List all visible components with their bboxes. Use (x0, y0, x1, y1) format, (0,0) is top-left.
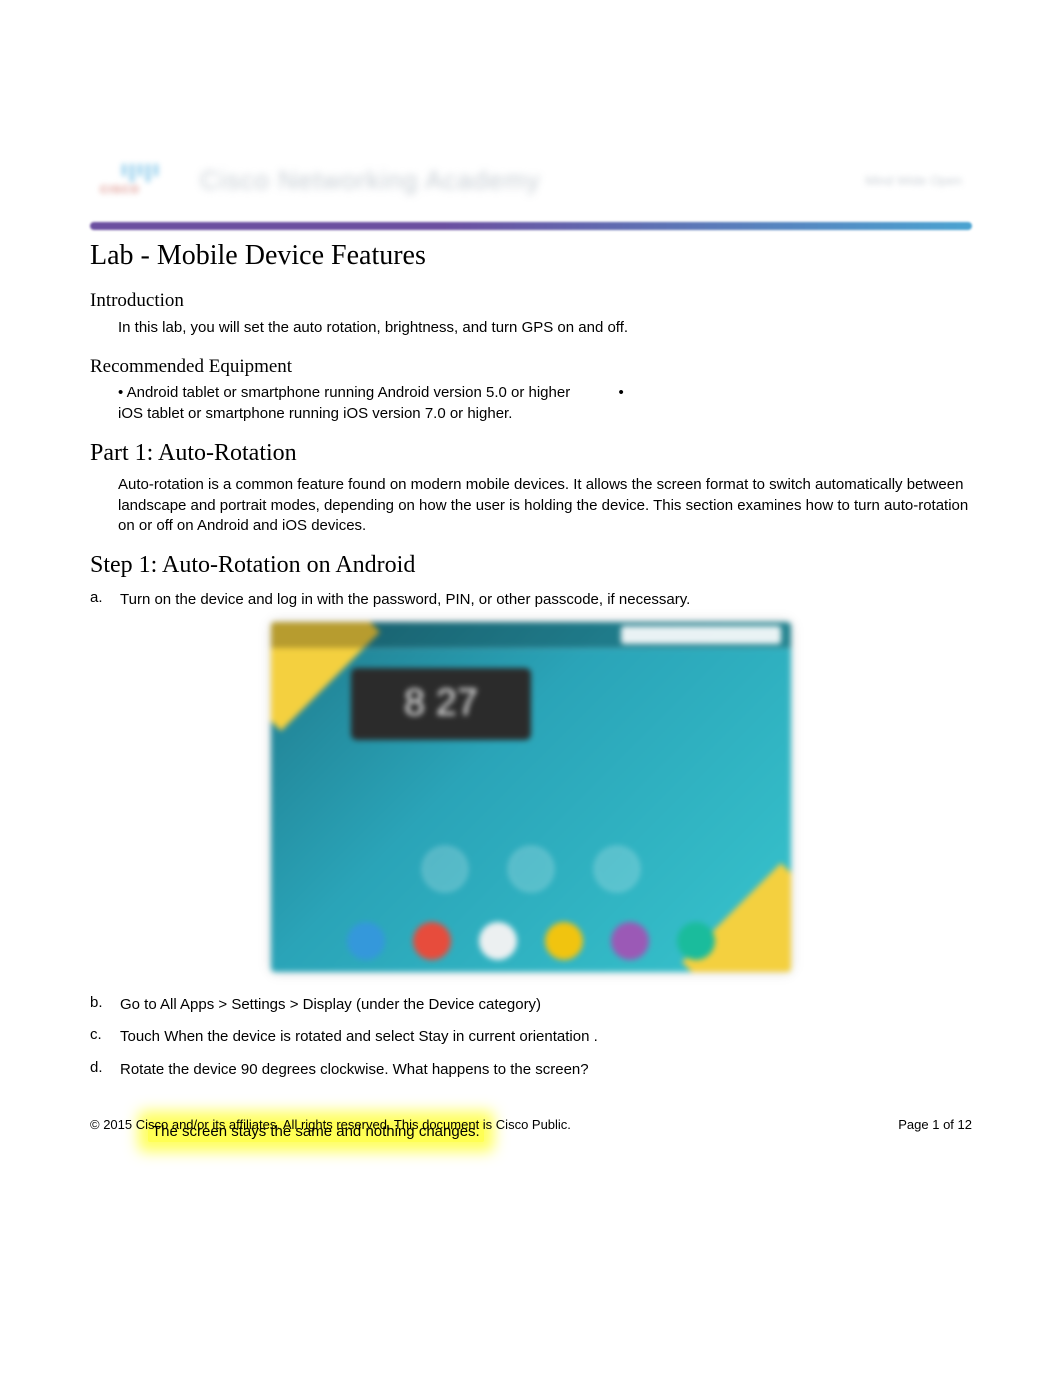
app-icon (677, 922, 715, 960)
lab-title: Lab - Mobile Device Features (90, 240, 972, 272)
app-icon (413, 922, 451, 960)
part-1-heading: Part 1: Auto-Rotation (90, 440, 972, 467)
app-launcher-icon (479, 922, 517, 960)
app-icon (611, 922, 649, 960)
clock-widget: 8 27 (351, 668, 531, 740)
equipment-heading: Recommended Equipment (90, 356, 972, 378)
logo-brand-text: CISCO (100, 184, 180, 196)
dock-row (271, 922, 791, 960)
page-footer: © 2015 Cisco and/or its affiliates. All … (90, 1117, 972, 1132)
step-c: c. Touch When the device is rotated and … (90, 1026, 972, 1049)
android-home-screenshot: 8 27 (271, 622, 791, 972)
academy-title: Cisco Networking Academy (200, 165, 865, 196)
step-d-text: Rotate the device 90 degrees clockwise. … (120, 1059, 972, 1082)
step-b: b. Go to All Apps > Settings > Display (… (90, 994, 972, 1017)
header-banner: CISCO Cisco Networking Academy Mind Wide… (90, 150, 972, 210)
logo-bars-icon (100, 164, 180, 182)
folder-icon (508, 846, 554, 892)
step-b-text: Go to All Apps > Settings > Display (und… (120, 994, 972, 1017)
home-folders-row (271, 846, 791, 892)
step-a-marker: a. (90, 589, 120, 612)
tagline: Mind Wide Open (865, 173, 962, 188)
introduction-heading: Introduction (90, 290, 972, 312)
cisco-logo: CISCO (100, 157, 180, 203)
part-1-body: Auto-rotation is a common feature found … (118, 475, 972, 536)
app-icon (545, 922, 583, 960)
step-a-text: Turn on the device and log in with the p… (120, 589, 972, 612)
step-d-marker: d. (90, 1059, 120, 1082)
folder-icon (594, 846, 640, 892)
footer-copyright: © 2015 Cisco and/or its affiliates. All … (90, 1117, 571, 1132)
equipment-bullet-1-trailing: • (619, 384, 624, 401)
equipment-bullet-1: • Android tablet or smartphone running A… (118, 384, 972, 401)
header-divider (90, 222, 972, 230)
android-screenshot-wrap: 8 27 (90, 622, 972, 972)
step-a: a. Turn on the device and log in with th… (90, 589, 972, 612)
search-bar (621, 626, 781, 644)
page-container: CISCO Cisco Networking Academy Mind Wide… (0, 0, 1062, 1182)
step-b-marker: b. (90, 994, 120, 1017)
app-icon (347, 922, 385, 960)
step-1-heading: Step 1: Auto-Rotation on Android (90, 552, 972, 579)
introduction-body: In this lab, you will set the auto rotat… (118, 318, 972, 338)
equipment-bullet-2: iOS tablet or smartphone running iOS ver… (118, 405, 972, 422)
step-c-text: Touch When the device is rotated and sel… (120, 1026, 972, 1049)
step-d: d. Rotate the device 90 degrees clockwis… (90, 1059, 972, 1082)
equipment-bullet-1-text: • Android tablet or smartphone running A… (118, 384, 570, 401)
footer-page-number: Page 1 of 12 (898, 1117, 972, 1132)
step-c-marker: c. (90, 1026, 120, 1049)
folder-icon (422, 846, 468, 892)
